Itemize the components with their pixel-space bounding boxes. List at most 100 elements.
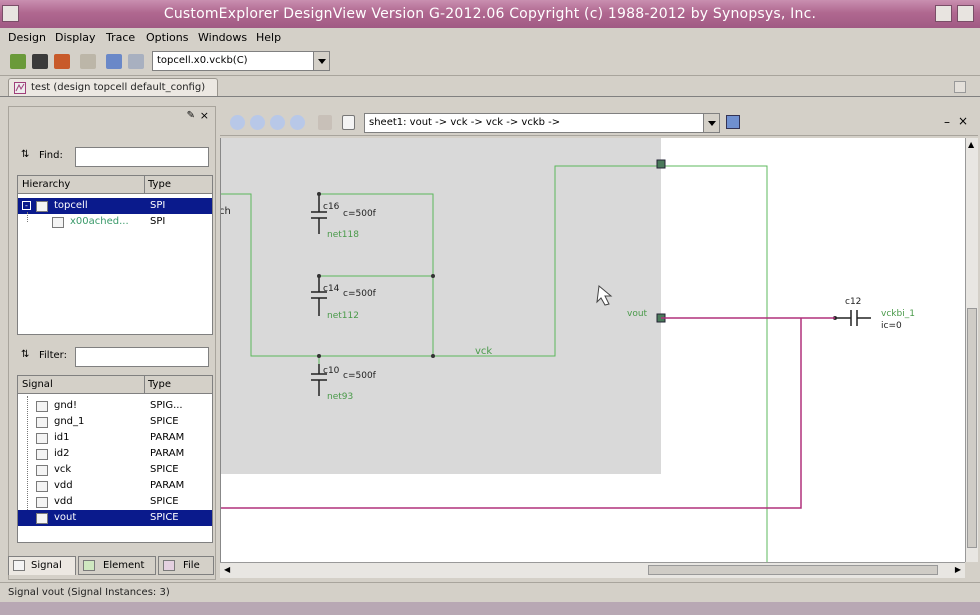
label-c12-ic: ic=0 (881, 321, 902, 331)
sort-icon[interactable]: ⇅ (21, 349, 29, 360)
tab-file[interactable]: File (158, 556, 214, 575)
close-sheet-icon[interactable] (726, 115, 740, 129)
sort-icon[interactable]: ⇅ (21, 149, 29, 160)
signal-type: SPICE (150, 416, 179, 427)
scroll-up-icon[interactable]: ▲ (968, 140, 976, 150)
scroll-thumb[interactable] (967, 308, 977, 548)
pin-top[interactable] (656, 159, 666, 169)
open-icon[interactable] (10, 54, 26, 69)
app-window: CustomExplorer DesignView Version G-2012… (0, 0, 980, 615)
sheet-icon[interactable] (342, 115, 355, 130)
find-input[interactable] (75, 147, 209, 167)
signal-row[interactable]: id2 PARAM (18, 446, 212, 462)
minimize-button[interactable] (935, 5, 952, 22)
instance-block[interactable] (221, 138, 661, 474)
label-c16-val: c=500f (343, 209, 377, 219)
design-combo[interactable]: topcell.x0.vckb(C) (152, 51, 330, 71)
signal-icon (13, 560, 25, 571)
signal-type: PARAM (150, 480, 185, 491)
signal-row[interactable]: vdd SPICE (18, 494, 212, 510)
scroll-left-icon[interactable]: ◀ (224, 565, 230, 574)
filter-input[interactable] (75, 347, 209, 367)
tab-element[interactable]: Element (78, 556, 156, 575)
select-icon[interactable] (318, 115, 332, 130)
navigator-panel: ✎ × ⇅ Find: Hierarchy Type - topcell SPI (8, 106, 216, 580)
signal-type: SPICE (150, 512, 179, 523)
tab-label: Signal (31, 560, 62, 571)
chevron-down-icon[interactable] (703, 114, 719, 132)
document-tab-bar: test (design topcell default_config) (0, 77, 980, 97)
schematic-canvas[interactable]: ch c16 c=500f net118 c14 c=500f net112 c… (220, 138, 965, 562)
signal-row[interactable]: id1 PARAM (18, 430, 212, 446)
net-icon (36, 417, 48, 428)
fit-icon[interactable] (128, 54, 144, 69)
menu-trace[interactable]: Trace (106, 31, 135, 44)
column-divider[interactable] (144, 376, 145, 394)
signal-type: SPICE (150, 496, 179, 507)
zoom-icon[interactable] (106, 54, 122, 69)
menu-windows[interactable]: Windows (198, 31, 247, 44)
chevron-down-icon[interactable] (313, 52, 329, 70)
signal-row[interactable]: gnd! SPIG... (18, 398, 212, 414)
maximize-button[interactable] (957, 5, 974, 22)
schematic-icon (14, 82, 26, 94)
type-col-header[interactable]: Type (148, 379, 171, 390)
net-icon (36, 433, 48, 444)
signal-row-selected[interactable]: vout SPICE (18, 510, 212, 526)
capacitor-c12[interactable] (835, 310, 871, 326)
design-combo-value: topcell.x0.vckb(C) (157, 55, 248, 66)
scroll-right-icon[interactable]: ▶ (955, 565, 961, 574)
panel-header: ✎ × (9, 107, 215, 125)
collapse-icon[interactable]: - (22, 201, 31, 210)
signal-row[interactable]: gnd_1 SPICE (18, 414, 212, 430)
hierarchy-col-header[interactable]: Hierarchy (22, 179, 70, 190)
close-icon[interactable]: × (200, 109, 209, 122)
scroll-thumb[interactable] (648, 565, 938, 575)
find-label: Find: (39, 150, 63, 161)
tab-label: File (183, 560, 200, 571)
net-icon (36, 497, 48, 508)
signal-name: vdd (54, 496, 73, 507)
menu-bar: Design Display Trace Options Windows Hel… (0, 28, 980, 48)
highlight-icon[interactable] (54, 54, 70, 69)
label-c16: c16 (323, 202, 340, 212)
tree-row-instance[interactable]: x00ached... SPI (18, 212, 212, 230)
horizontal-scrollbar[interactable]: ◀ ▶ (220, 562, 965, 578)
label-ch: ch (221, 206, 231, 217)
menu-design[interactable]: Design (8, 31, 46, 44)
menu-options[interactable]: Options (146, 31, 188, 44)
tree-type: SPI (150, 200, 166, 211)
tab-test-design[interactable]: test (design topcell default_config) (8, 78, 218, 96)
signal-row[interactable]: vck SPICE (18, 462, 212, 478)
sheet-combo[interactable]: sheet1: vout -> vck -> vck -> vckb -> (364, 113, 720, 133)
clear-icon[interactable] (80, 54, 96, 69)
tab-label: Element (103, 560, 145, 571)
tab-signal[interactable]: Signal (8, 556, 76, 575)
tree-line (27, 212, 28, 222)
tree-row-topcell[interactable]: - topcell SPI (18, 198, 212, 214)
type-col-header[interactable]: Type (148, 179, 171, 190)
minimize-icon[interactable]: – (944, 115, 950, 129)
pin-icon[interactable]: ✎ (187, 110, 195, 121)
close-tab-icon[interactable] (954, 81, 966, 93)
close-icon[interactable]: × (958, 114, 968, 128)
label-c14-val: c=500f (343, 289, 377, 299)
zoom-fit-icon[interactable] (270, 115, 285, 130)
element-icon (83, 560, 95, 571)
status-bar: Signal vout (Signal Instances: 3) (0, 582, 980, 602)
signal-table: Signal Type gnd! SPIG... gnd_1 SPICE id1… (17, 375, 213, 543)
column-divider[interactable] (144, 176, 145, 194)
signal-name: vdd (54, 480, 73, 491)
zoom-out-icon[interactable] (250, 115, 265, 130)
net-icon (36, 513, 48, 524)
zoom-in-icon[interactable] (230, 115, 245, 130)
save-icon[interactable] (32, 54, 48, 69)
signal-col-header[interactable]: Signal (22, 379, 53, 390)
cell-icon (36, 201, 48, 212)
vertical-scrollbar[interactable]: ▲ (965, 138, 978, 562)
menu-help[interactable]: Help (256, 31, 281, 44)
menu-display[interactable]: Display (55, 31, 96, 44)
zoom-area-icon[interactable] (290, 115, 305, 130)
signal-row[interactable]: vdd PARAM (18, 478, 212, 494)
signal-name: gnd! (54, 400, 78, 411)
